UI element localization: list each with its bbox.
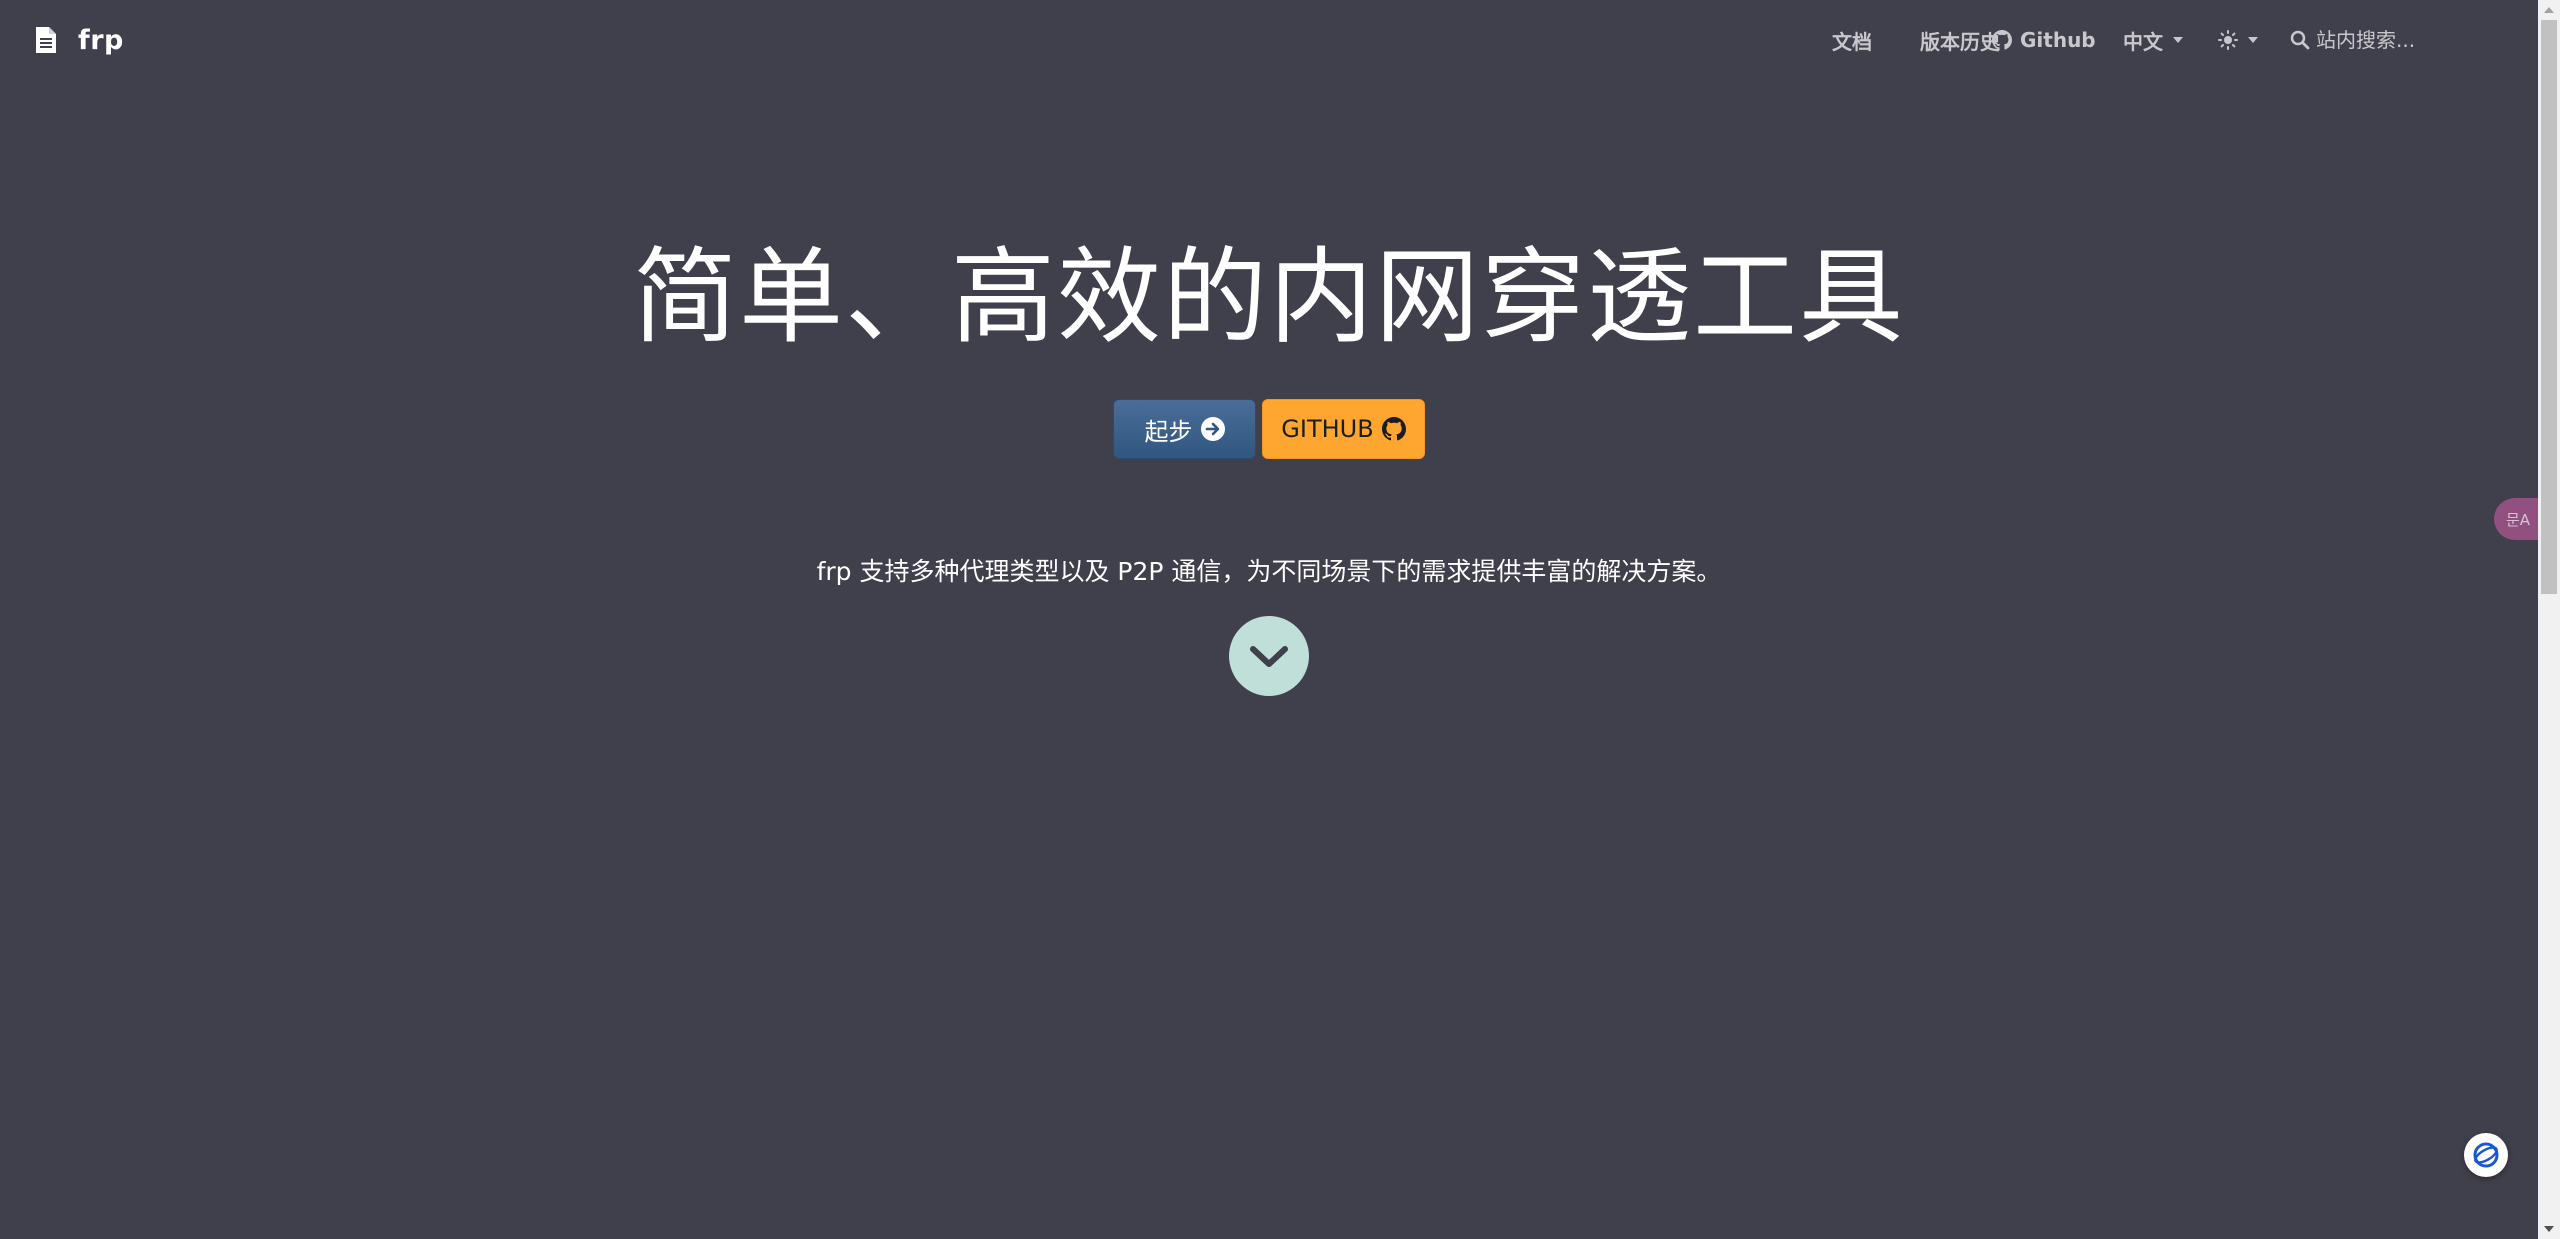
get-started-label: 起步	[1144, 417, 1193, 446]
hero-title: 简单、高效的内网穿透工具	[632, 236, 1905, 358]
scroll-up-arrow-icon[interactable]	[2544, 7, 2554, 13]
github-button[interactable]: GITHUB	[1262, 399, 1425, 459]
chat-bubble-icon	[2473, 1142, 2499, 1168]
scroll-down-arrow-icon[interactable]	[2544, 1226, 2554, 1232]
caret-down-icon	[2248, 37, 2258, 43]
brand-name: frp	[78, 24, 124, 56]
sun-icon	[2218, 30, 2238, 50]
hero-tagline: frp 支持多种代理类型以及 P2P 通信，为不同场景下的需求提供丰富的解决方案…	[816, 557, 1722, 586]
top-navbar: frp 文档 版本历史 Github 中文	[0, 0, 2538, 78]
page: frp 文档 版本历史 Github 中文 站内搜索... 简单、高效的内网穿透…	[0, 0, 2560, 1239]
theme-dropdown[interactable]	[2218, 30, 2278, 50]
search-icon	[2290, 30, 2310, 50]
hero-buttons: 起步 GITHUB	[1113, 399, 1425, 459]
page-scrollbar[interactable]	[2538, 0, 2560, 1239]
scroll-down-button[interactable]	[1229, 616, 1309, 696]
search-box	[2290, 20, 2480, 60]
brand[interactable]: frp	[34, 20, 124, 60]
translate-icon: 문A	[2506, 510, 2531, 529]
github-icon	[1992, 30, 2012, 50]
search-input[interactable]	[2316, 28, 2476, 52]
language-label: 中文	[2123, 29, 2163, 54]
github-icon	[1381, 417, 1406, 441]
assistant-bubble-button[interactable]	[2464, 1133, 2508, 1177]
get-started-button[interactable]: 起步	[1113, 399, 1256, 459]
scrollbar-thumb[interactable]	[2541, 20, 2557, 594]
language-dropdown[interactable]: 中文	[2123, 26, 2203, 55]
arrow-right-circle-icon	[1200, 417, 1225, 441]
document-icon	[36, 27, 56, 53]
github-button-label: GITHUB	[1281, 415, 1374, 443]
chevron-down-icon	[1250, 646, 1288, 667]
nav-link-github-label: Github	[2020, 28, 2096, 52]
nav-link-docs[interactable]: 文档	[1832, 26, 1892, 55]
caret-down-icon	[2173, 37, 2183, 43]
